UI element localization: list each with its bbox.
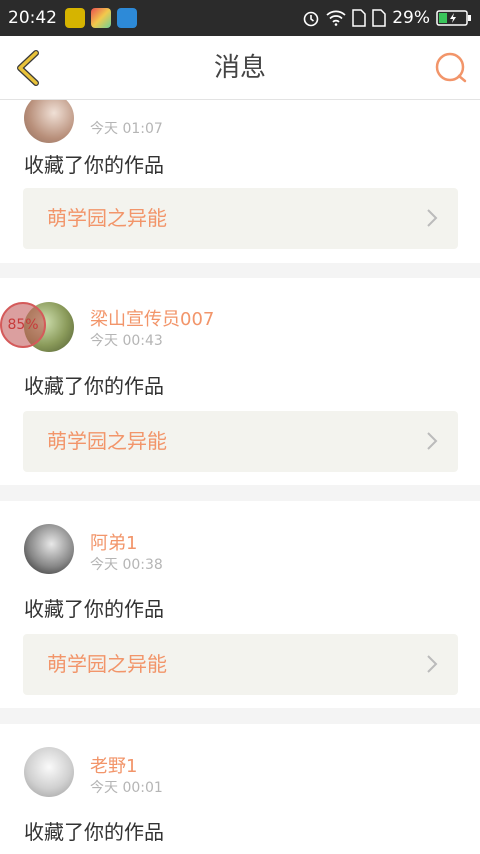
alarm-icon bbox=[303, 11, 319, 27]
chevron-right-icon bbox=[427, 209, 438, 227]
message-action: 收藏了你的作品 bbox=[24, 820, 164, 844]
app-bar: 消息 bbox=[0, 36, 480, 100]
avatar[interactable] bbox=[24, 747, 74, 797]
app-notification-icon bbox=[91, 8, 111, 28]
work-link[interactable]: 萌学园之异能 bbox=[23, 411, 458, 472]
overlay-badge[interactable]: 85% bbox=[0, 302, 46, 348]
username[interactable]: 阿弟1 bbox=[90, 529, 137, 555]
sim2-icon bbox=[372, 9, 386, 27]
search-icon[interactable] bbox=[430, 48, 470, 88]
message-time: 今天 00:01 bbox=[90, 780, 163, 796]
status-time: 20:42 bbox=[8, 8, 57, 28]
message-card: 老野1 今天 00:01 收藏了你的作品 bbox=[0, 724, 480, 854]
username[interactable]: 老野1 bbox=[90, 752, 137, 778]
message-action: 收藏了你的作品 bbox=[24, 153, 164, 177]
message-time: 今天 00:38 bbox=[90, 557, 163, 573]
battery-percent: 29% bbox=[392, 8, 430, 28]
message-card: 阿弟1 今天 00:38 收藏了你的作品 萌学园之异能 bbox=[0, 501, 480, 708]
avatar[interactable] bbox=[24, 100, 74, 143]
work-link[interactable]: 萌学园之异能 bbox=[23, 188, 458, 249]
screenshot-icon bbox=[117, 8, 137, 28]
app-notification-icon bbox=[65, 8, 85, 28]
status-bar: 20:42 29% bbox=[0, 0, 480, 36]
work-link[interactable]: 萌学园之异能 bbox=[23, 634, 458, 695]
wifi-icon bbox=[326, 10, 346, 26]
message-action: 收藏了你的作品 bbox=[24, 597, 164, 621]
avatar[interactable] bbox=[24, 524, 74, 574]
username[interactable]: 梁山宣传员007 bbox=[90, 305, 214, 331]
message-time: 今天 00:43 bbox=[90, 333, 163, 349]
battery-icon bbox=[436, 10, 471, 26]
work-title: 萌学园之异能 bbox=[47, 206, 167, 230]
work-title: 萌学园之异能 bbox=[47, 429, 167, 453]
message-action: 收藏了你的作品 bbox=[24, 374, 164, 398]
message-card: 今天 01:07 收藏了你的作品 萌学园之异能 bbox=[0, 100, 480, 263]
page-title: 消息 bbox=[213, 53, 266, 83]
message-card: 85% 梁山宣传员007 今天 00:43 收藏了你的作品 萌学园之异能 bbox=[0, 278, 480, 485]
chevron-right-icon bbox=[427, 432, 438, 450]
work-title: 萌学园之异能 bbox=[47, 652, 167, 676]
chevron-right-icon bbox=[427, 655, 438, 673]
message-list[interactable]: 今天 01:07 收藏了你的作品 萌学园之异能 85% 梁山宣传员007 今天 … bbox=[0, 100, 480, 854]
message-time: 今天 01:07 bbox=[90, 121, 163, 137]
sim1-icon bbox=[352, 9, 366, 27]
